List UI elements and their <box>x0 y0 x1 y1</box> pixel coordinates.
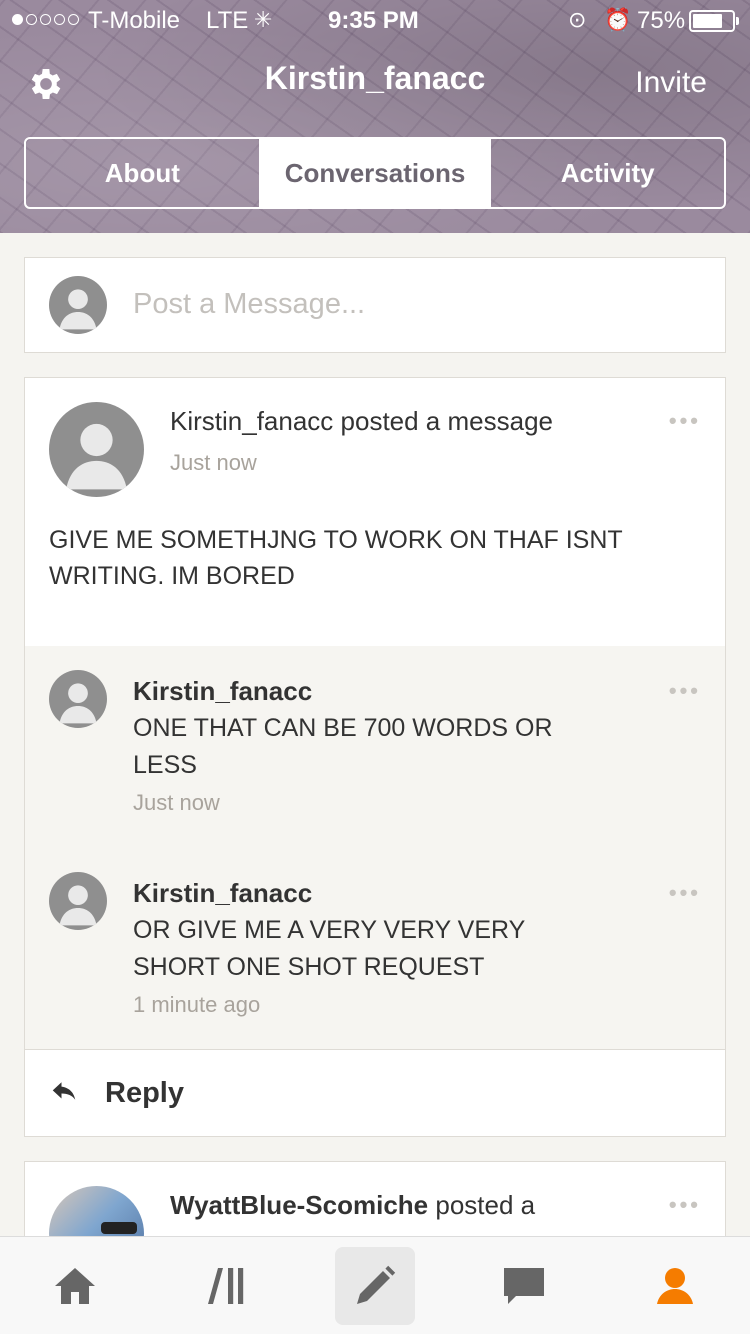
post-action: posted a <box>428 1190 536 1220</box>
profile-icon[interactable] <box>635 1247 715 1325</box>
reply-item: Kirstin_fanacc ONE THAT CAN BE 700 WORDS… <box>25 646 725 848</box>
tab-conversations[interactable]: Conversations <box>258 139 492 207</box>
reply-arrow-icon <box>52 1082 76 1100</box>
avatar <box>49 276 107 334</box>
post-timestamp: Just now <box>170 450 257 475</box>
network-type: LTE <box>206 7 249 34</box>
activity-spinner-icon: ✳ <box>254 7 273 32</box>
reply-timestamp: 1 minute ago <box>133 992 261 1017</box>
post-header: WyattBlue-Scomiche posted a <box>170 1190 535 1221</box>
post-body: GIVE ME SOMETHJNG TO WORK ON THAF ISNT W… <box>49 526 623 590</box>
reply-author[interactable]: Kirstin_fanacc <box>133 676 312 707</box>
battery-icon <box>689 10 739 32</box>
post-author[interactable]: WyattBlue-Scomiche <box>170 1190 428 1220</box>
inbox-icon[interactable] <box>484 1247 564 1325</box>
write-icon[interactable] <box>335 1247 415 1325</box>
avatar[interactable] <box>49 402 144 497</box>
conversation-post: Kirstin_fanacc posted a message Just now… <box>24 377 726 1137</box>
signal-strength-icon <box>12 14 79 25</box>
more-options-icon[interactable]: ••• <box>669 678 701 704</box>
reply-timestamp: Just now <box>133 790 220 815</box>
invite-button[interactable]: Invite <box>635 66 707 100</box>
library-icon[interactable] <box>186 1247 266 1325</box>
tab-about[interactable]: About <box>26 139 259 207</box>
more-options-icon[interactable]: ••• <box>669 408 701 434</box>
post-header: Kirstin_fanacc posted a message <box>170 406 553 436</box>
reply-author[interactable]: Kirstin_fanacc <box>133 878 312 909</box>
rotation-lock-icon: ⊙ <box>568 7 587 32</box>
more-options-icon[interactable]: ••• <box>669 880 701 906</box>
tab-activity[interactable]: Activity <box>491 139 724 207</box>
reply-list: Kirstin_fanacc ONE THAT CAN BE 700 WORDS… <box>25 646 725 1050</box>
reply-button[interactable]: Reply <box>25 1050 725 1136</box>
profile-header: T-Mobile LTE ✳ 9:35 PM ⊙ ⏰ 75% Kirstin_f… <box>0 0 750 233</box>
home-icon[interactable] <box>35 1247 115 1325</box>
more-options-icon[interactable]: ••• <box>669 1192 701 1218</box>
bottom-navigation <box>0 1236 750 1334</box>
reply-text: ONE THAT CAN BE 700 WORDS OR LESS <box>133 714 553 779</box>
reply-item: Kirstin_fanacc OR GIVE ME A VERY VERY VE… <box>25 848 725 1050</box>
avatar[interactable] <box>49 670 107 728</box>
carrier-name: T-Mobile <box>88 7 181 34</box>
clock: 9:35 PM <box>328 7 419 34</box>
post-message-composer[interactable]: Post a Message... <box>24 257 726 353</box>
post-message-input[interactable]: Post a Message... <box>133 288 365 321</box>
reply-label: Reply <box>105 1077 184 1109</box>
profile-tabs: About Conversations Activity <box>24 137 726 209</box>
status-bar: T-Mobile LTE ✳ 9:35 PM ⊙ ⏰ 75% <box>0 0 750 40</box>
avatar[interactable] <box>49 872 107 930</box>
alarm-icon: ⏰ <box>604 7 632 32</box>
reply-text: OR GIVE ME A VERY VERY VERY SHORT ONE SH… <box>133 916 525 981</box>
battery-percentage: 75% <box>637 7 686 34</box>
